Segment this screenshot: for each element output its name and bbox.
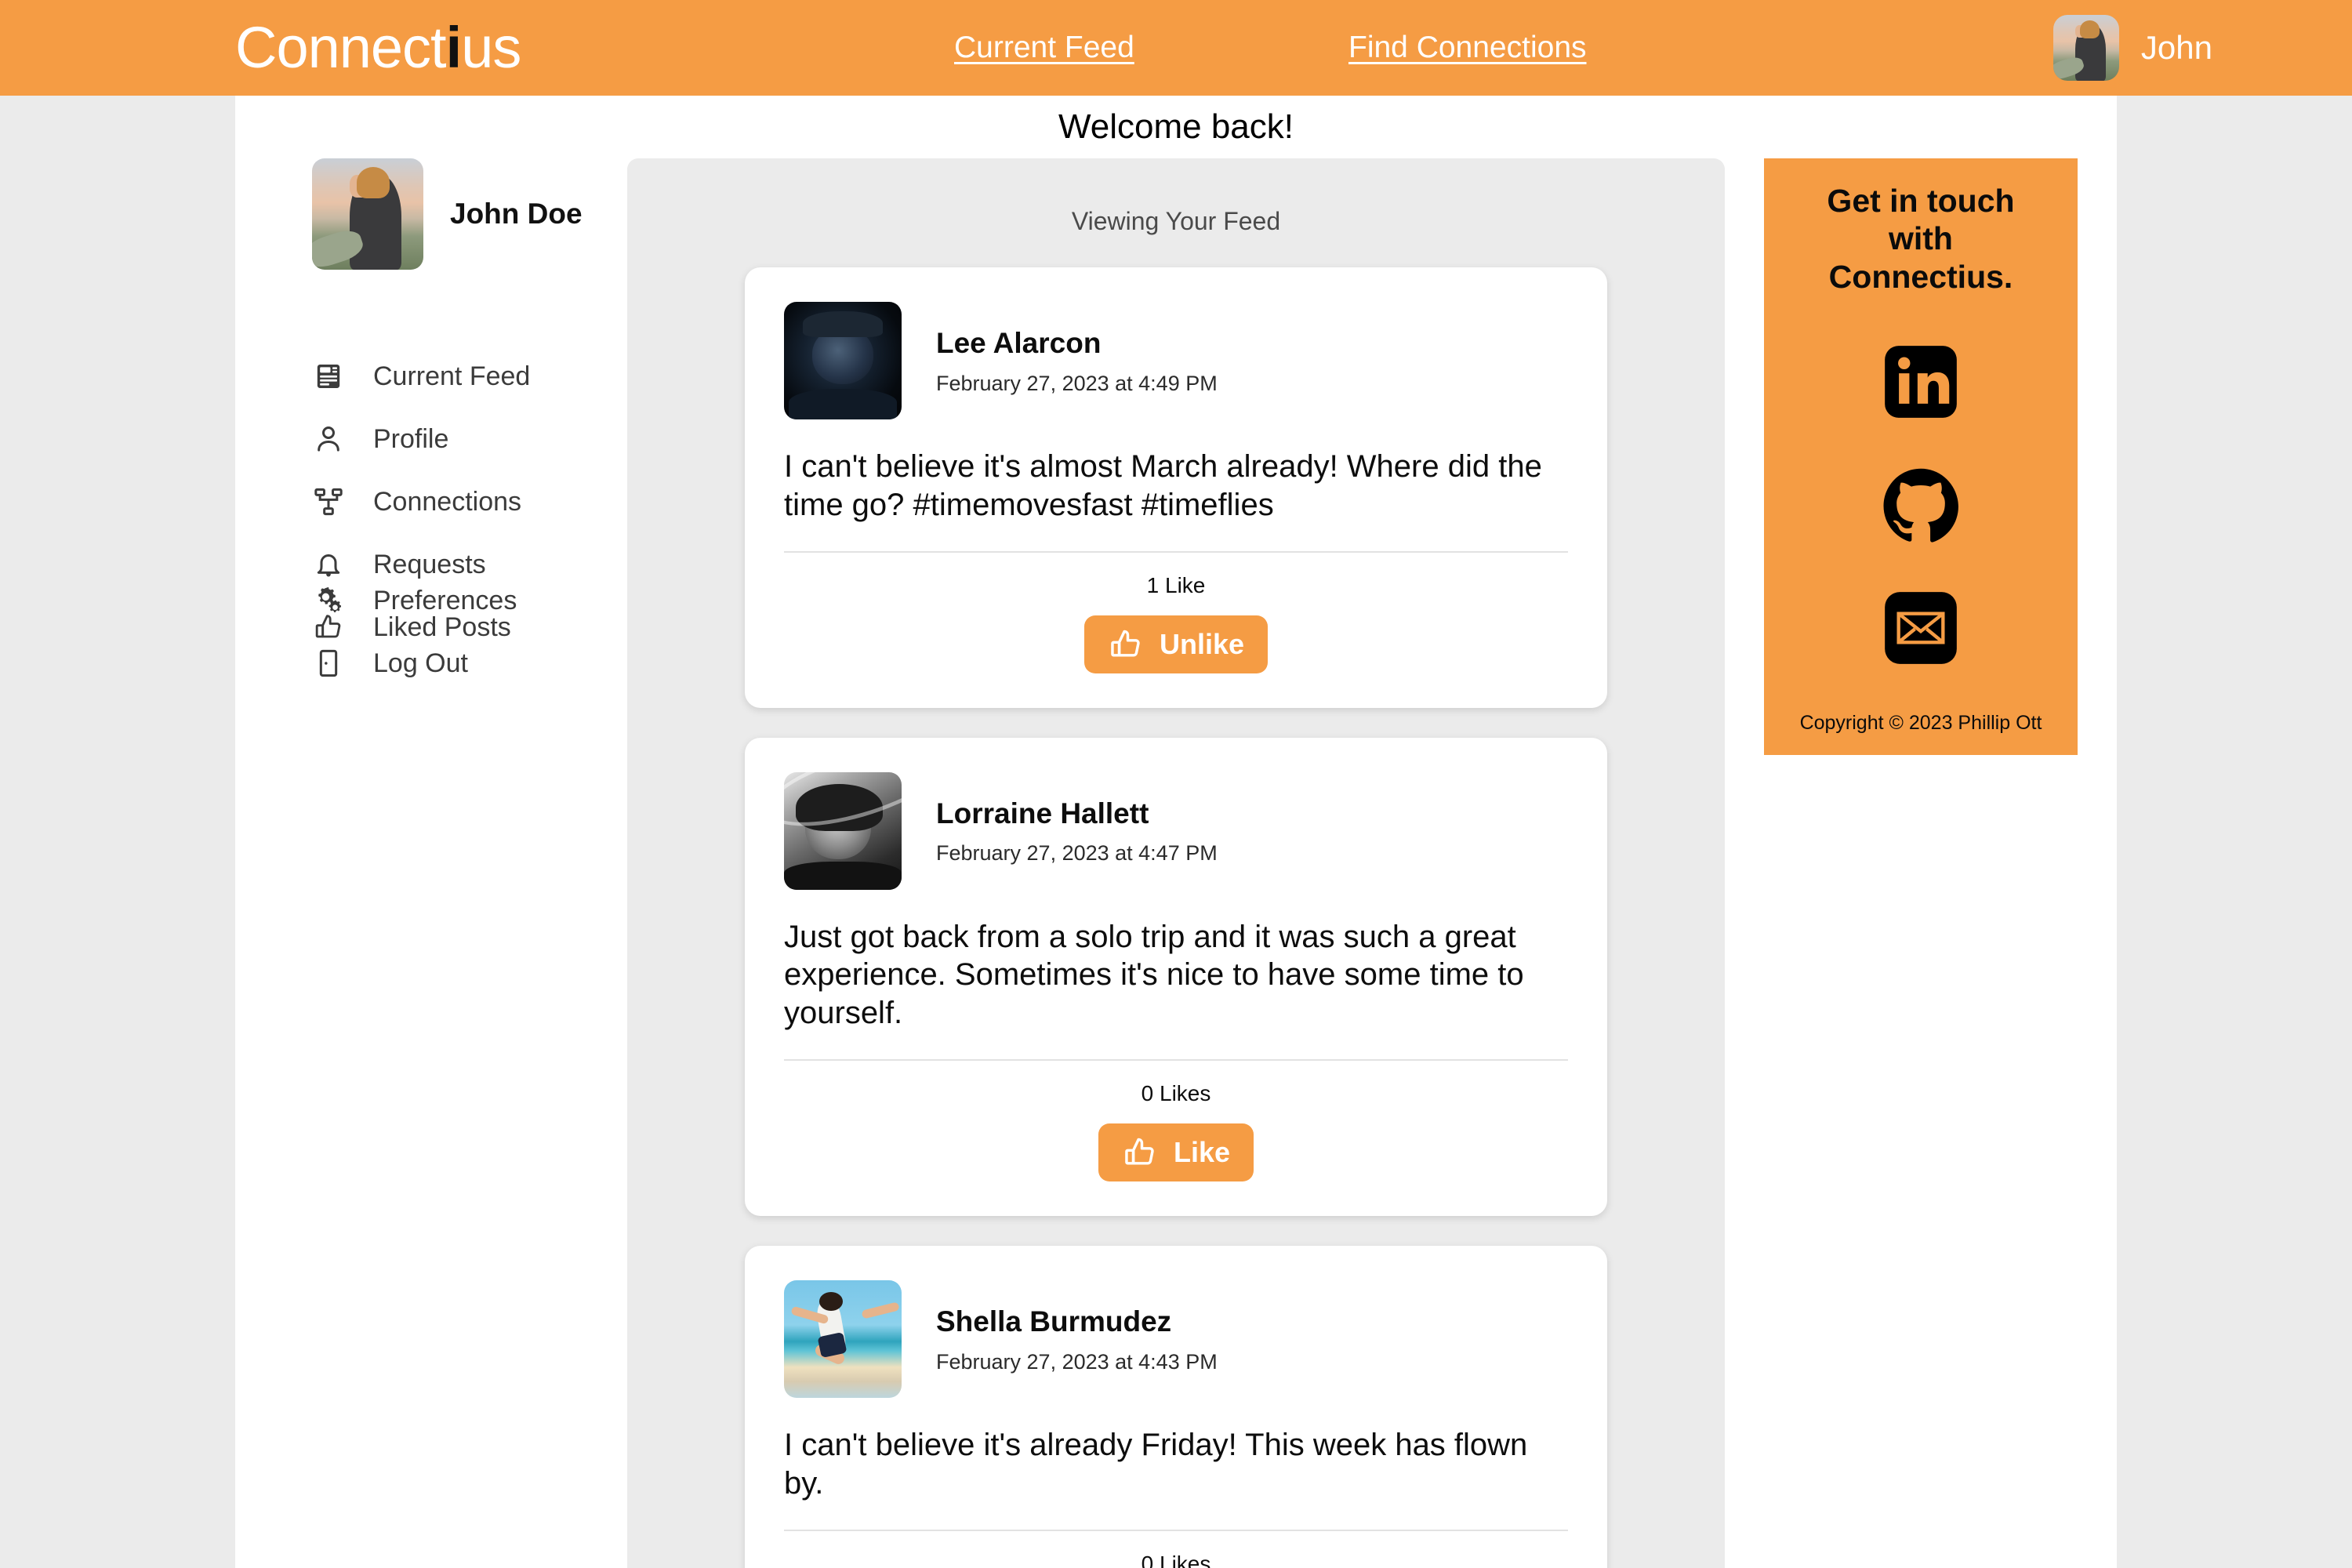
post-list: Lee Alarcon February 27, 2023 at 4:49 PM… — [627, 236, 1725, 1568]
post-card: Lee Alarcon February 27, 2023 at 4:49 PM… — [745, 267, 1607, 708]
door-icon — [312, 647, 345, 680]
header-user-name: John — [2140, 29, 2212, 66]
app-logo[interactable]: Connectius — [235, 19, 521, 77]
get-in-touch-panel: Get in touch with Connectius. Copyright … — [1764, 154, 2078, 756]
sidebar-label-current-feed: Current Feed — [373, 361, 531, 391]
sidebar-item-current-feed[interactable]: Current Feed — [312, 345, 530, 408]
unlike-button[interactable]: Unlike — [1083, 615, 1269, 673]
like-button[interactable]: Like — [1098, 1123, 1254, 1181]
post-author-name: Lee Alarcon — [936, 327, 1102, 360]
feed-heading: Viewing Your Feed — [1071, 207, 1281, 235]
sidebar-label-connections: Connections — [373, 486, 522, 517]
linkedin-icon[interactable] — [1882, 343, 1960, 425]
person-icon — [312, 423, 345, 456]
left-sidebar: John Doe Current Feed Profile Connection… — [235, 158, 627, 1568]
post-meta: Shella Burmudez February 27, 2023 at 4:4… — [936, 1304, 1218, 1374]
post-author-avatar — [784, 1279, 902, 1398]
github-icon[interactable] — [1882, 466, 1960, 548]
nav-link-current-feed[interactable]: Current Feed — [954, 31, 1134, 65]
top-header-bar: Connectius Current Feed Find Connections… — [0, 0, 2352, 96]
post-card: Lorraine Hallett February 27, 2023 at 4:… — [745, 737, 1607, 1216]
post-actions: Unlike — [784, 615, 1568, 673]
post-timestamp: February 27, 2023 at 4:43 PM — [936, 1349, 1218, 1374]
header-avatar[interactable] — [2053, 15, 2119, 81]
thumbs-up-icon — [1122, 1134, 1158, 1171]
thumbs-up-icon — [1108, 626, 1144, 662]
sidebar-item-connections[interactable]: Connections — [312, 470, 530, 533]
promo-title: Get in touch with Connectius. — [1827, 183, 2015, 295]
logo-suffix: us — [461, 15, 521, 80]
like-button-label: Unlike — [1159, 627, 1245, 660]
logo-highlight-letter: i — [445, 15, 463, 80]
sidebar-profile-name: John Doe — [450, 198, 583, 230]
copyright-text: Copyright © 2023 Phillip Ott — [1799, 712, 2042, 735]
post-body-text: I can't believe it's almost March alread… — [784, 449, 1542, 522]
sidebar-avatar — [312, 158, 423, 270]
post-header: Lorraine Hallett February 27, 2023 at 4:… — [784, 771, 1568, 890]
welcome-heading: Welcome back! — [235, 96, 2117, 158]
post-like-count: 1 Like — [1146, 572, 1206, 597]
post-body-text: Just got back from a solo trip and it wa… — [784, 919, 1524, 1031]
page-root: Connectius Current Feed Find Connections… — [0, 0, 2352, 1568]
post-author-avatar — [784, 302, 902, 419]
sidebar-utility-nav: Preferences Log Out — [312, 569, 517, 695]
email-icon[interactable] — [1882, 589, 1960, 671]
post-meta: Lorraine Hallett February 27, 2023 at 4:… — [936, 796, 1218, 866]
like-button-label: Like — [1173, 1135, 1231, 1168]
sidebar-item-preferences[interactable]: Preferences — [312, 569, 517, 632]
post-divider — [784, 550, 1568, 553]
sidebar-label-preferences: Preferences — [373, 585, 517, 615]
post-body-text: I can't believe it's already Friday! Thi… — [784, 1427, 1528, 1501]
social-row-email — [1783, 589, 2059, 671]
sidebar-item-log-out[interactable]: Log Out — [312, 632, 517, 695]
post-card: Shella Burmudez February 27, 2023 at 4:4… — [745, 1245, 1607, 1568]
post-author-name: Shella Burmudez — [936, 1305, 1172, 1338]
gears-icon — [312, 584, 345, 617]
sidebar-label-log-out: Log Out — [373, 648, 468, 678]
feed-icon — [312, 360, 345, 393]
post-like-count: 0 Likes — [1141, 1080, 1211, 1105]
post-meta: Lee Alarcon February 27, 2023 at 4:49 PM — [936, 325, 1218, 395]
logo-prefix: Connect — [235, 15, 447, 80]
post-header: Lee Alarcon February 27, 2023 at 4:49 PM — [784, 302, 1568, 419]
post-divider — [784, 1058, 1568, 1061]
post-actions: Like — [784, 1123, 1568, 1181]
social-row-github — [1783, 466, 2059, 548]
feed-column: Viewing Your Feed Lee Alarcon February 2… — [627, 158, 1725, 1568]
nav-link-find-connections[interactable]: Find Connections — [1348, 31, 1587, 65]
sitemap-icon — [312, 485, 345, 518]
post-header: Shella Burmudez February 27, 2023 at 4:4… — [784, 1279, 1568, 1398]
header-user-menu[interactable]: John — [2053, 15, 2212, 81]
sidebar-profile[interactable]: John Doe — [312, 158, 583, 270]
post-like-count: 0 Likes — [1141, 1551, 1211, 1568]
sidebar-label-profile: Profile — [373, 423, 449, 454]
social-row-linkedin — [1783, 343, 2059, 425]
post-author-avatar — [784, 771, 902, 890]
post-divider — [784, 1529, 1568, 1531]
post-timestamp: February 27, 2023 at 4:47 PM — [936, 841, 1218, 866]
post-timestamp: February 27, 2023 at 4:49 PM — [936, 371, 1218, 395]
post-author-name: Lorraine Hallett — [936, 797, 1149, 829]
sidebar-item-profile[interactable]: Profile — [312, 408, 530, 470]
